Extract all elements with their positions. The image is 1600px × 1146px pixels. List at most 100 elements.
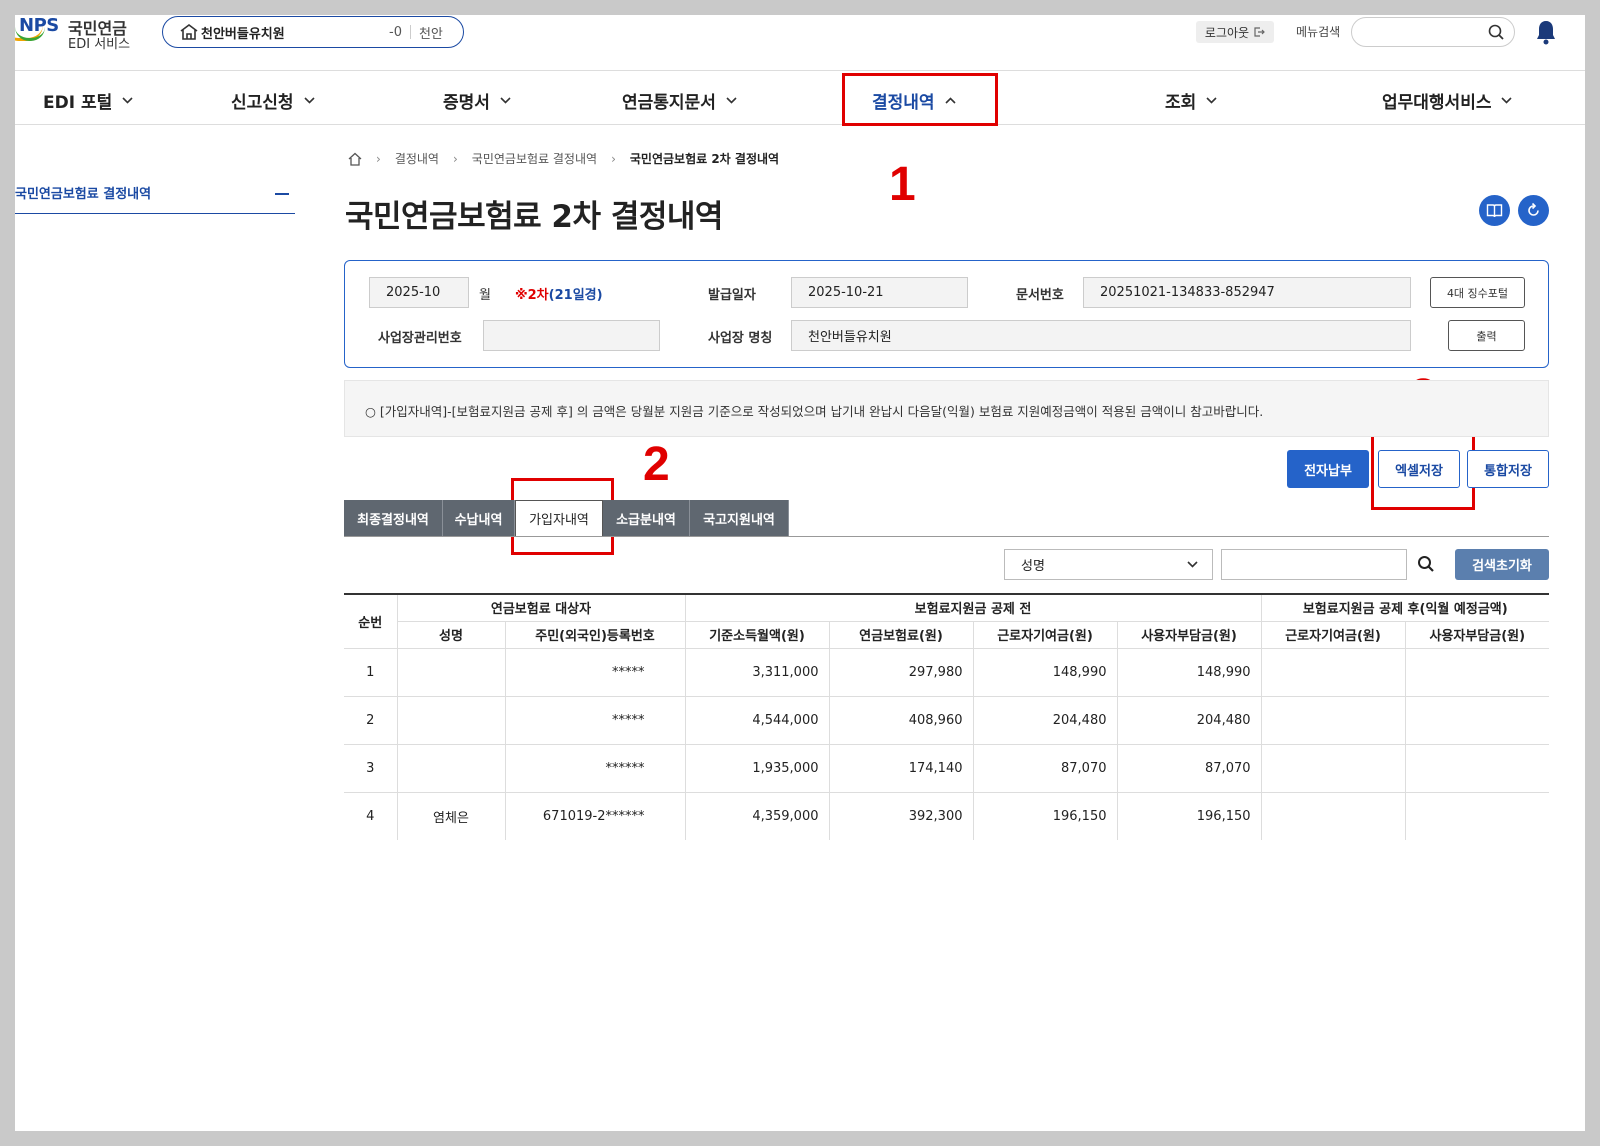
breadcrumb-current: 국민연금보험료 2차 결정내역 [629, 152, 780, 166]
column-header: 근로자기여금(원) [973, 621, 1118, 649]
nav-label: 조회 [1165, 93, 1197, 113]
biz-name-field: 천안버들유치원 [791, 320, 1411, 351]
column-header: 사용자부담금(원) [1405, 621, 1550, 649]
cell-premium: 408,960 [829, 696, 974, 745]
refresh-button[interactable] [1518, 195, 1549, 226]
excel-save-button[interactable]: 엑셀저장 [1378, 450, 1460, 488]
decision-info-panel: 2025-10 월 ※2차(21일경) 발급일자 2025-10-21 문서번호… [344, 260, 1549, 368]
logout-button[interactable]: 로그아웃 [1196, 21, 1274, 43]
annotation-number-2: 2 [643, 438, 670, 491]
cell-rrn: 671019-2****** [505, 792, 686, 840]
cell-premium: 392,300 [829, 792, 974, 840]
nav-certificate[interactable]: 증명서 [443, 88, 511, 113]
combined-save-button[interactable]: 통합저장 [1467, 450, 1549, 488]
page-title: 국민연금보험료 2차 결정내역 [345, 199, 723, 235]
month-field[interactable]: 2025-10 [369, 277, 469, 308]
nav-agency-service[interactable]: 업무대행서비스 [1382, 88, 1513, 113]
collapse-icon[interactable] [275, 193, 289, 195]
menu-search-input[interactable] [1351, 17, 1515, 47]
round-detail: (21일경) [548, 288, 603, 303]
table-row[interactable]: 1 ***** 3,311,000 297,980 148,990 148,99… [344, 648, 1550, 697]
sidebar-item-pension-decision[interactable]: 국민연금보험료 결정내역 [15, 183, 295, 214]
cell-name [397, 744, 506, 793]
nav-label: 연금통지문서 [622, 93, 716, 113]
breadcrumb-item[interactable]: 결정내역 [395, 150, 439, 167]
nav-label: 증명서 [443, 93, 490, 113]
cell-worker: 196,150 [973, 792, 1118, 840]
workplace-city: 천안 [418, 26, 443, 42]
workplace-selector[interactable]: 천안버들유치원 -0 천안 [162, 16, 464, 48]
home-icon[interactable] [348, 152, 362, 166]
search-field-select[interactable]: 성명 [1004, 549, 1213, 580]
top-bar: NPS 국민연금 EDI 서비스 천안버들유치원 -0 천안 로그아웃 메뉴검색 [15, 15, 1585, 70]
doc-no-field: 20251021-134833-852947 [1083, 277, 1411, 308]
nav-inquiry[interactable]: 조회 [1165, 88, 1217, 113]
table-row[interactable]: 4 염체은 671019-2****** 4,359,000 392,300 1… [344, 792, 1549, 840]
breadcrumb-separator: › [611, 151, 616, 166]
tab-state-subsidy[interactable]: 국고지원내역 [690, 500, 789, 536]
column-header: 연금보험료(원) [829, 621, 974, 649]
divider [15, 124, 1585, 125]
book-icon [1486, 204, 1503, 218]
tab-subscriber[interactable]: 가입자내역 [515, 500, 603, 536]
nav-label: EDI 포털 [43, 93, 113, 113]
nav-pension-notice[interactable]: 연금통지문서 [622, 88, 737, 113]
print-button[interactable]: 출력 [1448, 320, 1525, 351]
cell-income: 4,359,000 [685, 792, 830, 840]
refresh-icon [1528, 202, 1539, 216]
round-mark: ※2차 [515, 288, 549, 303]
biz-name-label: 사업장 명칭 [708, 331, 773, 346]
search-reset-button[interactable]: 검색초기화 [1455, 549, 1549, 580]
search-input[interactable] [1221, 549, 1407, 580]
cell-employer-after [1405, 648, 1550, 697]
doc-no-label: 문서번호 [1016, 288, 1064, 303]
subscriber-table: 순번 연금보험료 대상자 보험료지원금 공제 전 보험료지원금 공제 후(익월 … [344, 593, 1550, 840]
cell-premium: 297,980 [829, 648, 974, 697]
search-icon[interactable] [1417, 555, 1435, 573]
workplace-code: -0 [389, 24, 402, 40]
logo-brand: NPS [19, 15, 59, 36]
cell-worker-after [1261, 744, 1406, 793]
round-note: ※2차(21일경) [515, 284, 603, 303]
biz-mgmt-no-field [483, 320, 660, 351]
search-field-selected: 성명 [1021, 559, 1045, 574]
chevron-down-icon [1187, 561, 1198, 568]
divider [344, 536, 1549, 537]
nav-edi-portal[interactable]: EDI 포털 [43, 88, 133, 113]
electronic-payment-button[interactable]: 전자납부 [1287, 450, 1369, 488]
cell-employer: 196,150 [1117, 792, 1262, 840]
search-icon[interactable] [1488, 24, 1504, 40]
tab-final-decision[interactable]: 최종결정내역 [344, 500, 443, 536]
annotation-box-1 [842, 73, 998, 126]
table-row[interactable]: 3 ****** 1,935,000 174,140 87,070 87,070 [344, 744, 1550, 793]
table-row[interactable]: 2 ***** 4,544,000 408,960 204,480 204,48… [344, 696, 1550, 745]
bell-icon[interactable] [1535, 19, 1557, 45]
cell-income: 4,544,000 [685, 696, 830, 745]
collection-portal-button[interactable]: 4대 징수포털 [1430, 277, 1525, 308]
cell-seq: 1 [344, 648, 398, 697]
cell-name [397, 648, 506, 697]
cell-seq: 3 [344, 744, 398, 793]
cell-worker-after [1261, 792, 1406, 840]
cell-rrn: ***** [505, 696, 686, 745]
cell-income: 3,311,000 [685, 648, 830, 697]
breadcrumb-item[interactable]: 국민연금보험료 결정내역 [472, 150, 597, 167]
column-header: 근로자기여금(원) [1261, 621, 1406, 649]
nps-logo[interactable]: NPS 국민연금 EDI 서비스 [15, 15, 145, 55]
manual-button[interactable] [1479, 195, 1510, 226]
cell-income: 1,935,000 [685, 744, 830, 793]
group-header-target: 연금보험료 대상자 [397, 593, 686, 622]
cell-employer-after [1405, 744, 1550, 793]
month-unit: 월 [479, 288, 491, 303]
cell-worker-after [1261, 648, 1406, 697]
cell-employer: 87,070 [1117, 744, 1262, 793]
breadcrumb-separator: › [452, 151, 458, 166]
tab-receipt[interactable]: 수납내역 [443, 500, 515, 536]
column-header: 사용자부담금(원) [1117, 621, 1262, 649]
tab-retroactive[interactable]: 소급분내역 [603, 500, 690, 536]
notice-box: ○ [가입자내역]-[보험료지원금 공제 후] 의 금액은 당월분 지원금 기준… [344, 380, 1549, 437]
nav-report-apply[interactable]: 신고신청 [231, 88, 315, 113]
menu-search-label: 메뉴검색 [1296, 25, 1341, 39]
sidebar-item-label: 국민연금보험료 결정내역 [15, 187, 152, 202]
cell-employer-after [1405, 792, 1549, 840]
